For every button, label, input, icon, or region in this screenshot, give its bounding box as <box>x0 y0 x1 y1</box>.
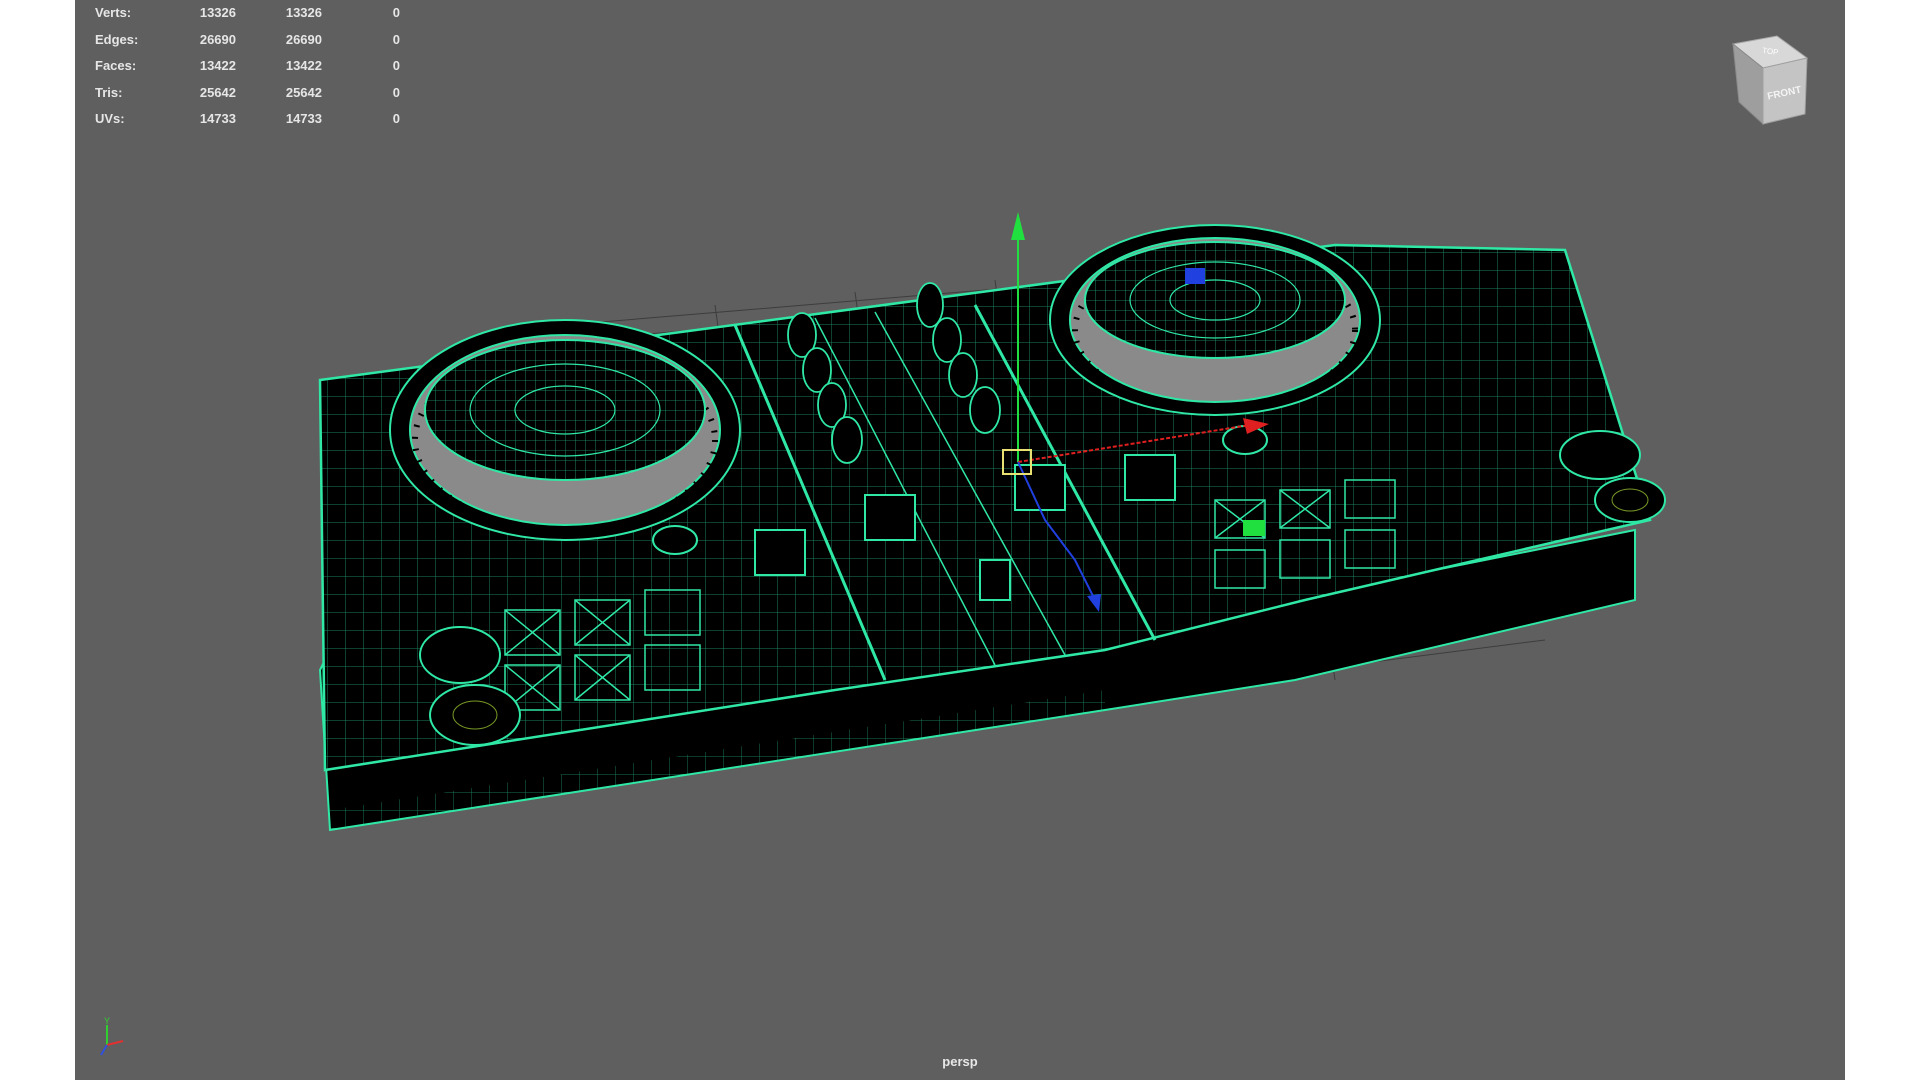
perspective-viewport[interactable]: Verts: 13326 13326 0 Edges: 26690 26690 … <box>75 0 1845 1080</box>
hud-value: 0 <box>392 58 400 73</box>
scene-canvas[interactable] <box>75 0 1845 1080</box>
camera-label: persp <box>942 1054 978 1069</box>
axis-y-label: Y <box>104 1016 110 1026</box>
right-jog-wheel[interactable] <box>1049 224 1381 416</box>
left-jog-wheel[interactable] <box>389 319 741 541</box>
green-handle <box>1243 520 1265 536</box>
viewcube-icon[interactable]: TOP FRONT <box>1725 32 1815 132</box>
hud-value: 0 <box>392 5 400 20</box>
hud-value: 0 <box>392 111 400 126</box>
hud-value: 0 <box>392 84 400 100</box>
dj-controller-mesh[interactable] <box>318 224 1666 832</box>
manipulator-y-arrow <box>1011 212 1025 240</box>
blue-handle <box>1185 268 1205 284</box>
hud-value: 0 <box>392 31 400 47</box>
